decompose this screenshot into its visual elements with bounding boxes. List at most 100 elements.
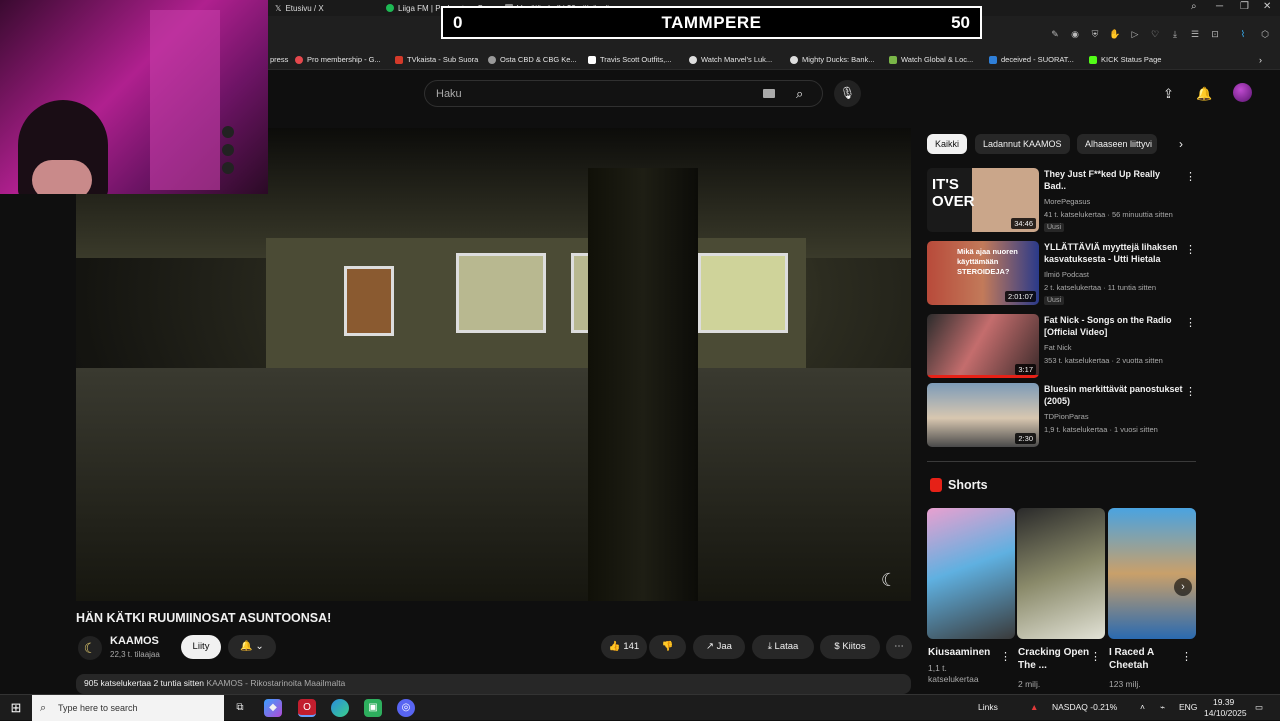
video-thumbnail[interactable]: IT'S OVER 34:46: [927, 168, 1039, 232]
chip-uploaded-by[interactable]: Ladannut KAAMOS: [975, 134, 1070, 154]
bookmark-item[interactable]: deceived - SUORAT...: [989, 55, 1074, 64]
more-icon[interactable]: ⋮: [1000, 650, 1011, 663]
spotify-icon: [386, 4, 394, 12]
edit-icon[interactable]: ✎: [1049, 28, 1061, 40]
cube-icon[interactable]: ⬡: [1259, 28, 1271, 40]
short-thumbnail[interactable]: [1017, 508, 1105, 639]
recommendation-item[interactable]: 3:17 Fat Nick - Songs on the Radio [Offi…: [927, 314, 1197, 378]
channel-name[interactable]: KAAMOS: [110, 635, 159, 647]
clock-time[interactable]: 19.39: [1213, 697, 1234, 707]
heart-icon[interactable]: ♡: [1149, 28, 1161, 40]
bookmark-item[interactable]: TVkaista - Sub Suora: [395, 55, 478, 64]
watch-progress-bar: [927, 375, 1039, 378]
more-actions-button[interactable]: ⋯: [886, 635, 912, 659]
notification-icon[interactable]: ▭: [1255, 702, 1263, 713]
links-toolbar[interactable]: Links: [978, 702, 998, 712]
short-thumbnail[interactable]: ›: [1108, 508, 1196, 639]
restore-icon[interactable]: ❐: [1240, 1, 1249, 12]
tab-x[interactable]: 𝕏 Etusivu / X: [275, 2, 380, 14]
recommendation-item[interactable]: 2:30 Bluesin merkittävät panostukset (20…: [927, 383, 1197, 447]
chevron-right-icon[interactable]: ›: [1259, 55, 1262, 65]
network-icon[interactable]: ⌁: [1160, 702, 1165, 713]
dislike-button[interactable]: 👎: [649, 635, 686, 659]
chip-all[interactable]: Kaikki: [927, 134, 968, 154]
like-button[interactable]: 👍 141: [601, 635, 647, 659]
search-icon[interactable]: ⌕: [796, 86, 803, 102]
language-indicator[interactable]: ENG: [1179, 702, 1197, 712]
search-input[interactable]: Haku ⌕: [424, 80, 823, 107]
recommendation-item[interactable]: IT'S OVER 34:46 They Just F**ked Up Real…: [927, 168, 1197, 232]
short-thumbnail[interactable]: [927, 508, 1015, 639]
upload-icon[interactable]: ⇪: [1163, 86, 1174, 102]
tray-chevron-icon[interactable]: ˄: [1140, 702, 1145, 712]
more-icon[interactable]: ⋮: [1185, 170, 1196, 183]
download-button[interactable]: ⤓ Lataa: [752, 635, 814, 659]
more-icon[interactable]: ⋮: [1090, 650, 1101, 663]
discord-icon[interactable]: ◎: [397, 699, 415, 717]
clock-date[interactable]: 14/10/2025: [1204, 708, 1247, 718]
minimize-icon[interactable]: ─: [1216, 1, 1223, 12]
avatar[interactable]: [1233, 83, 1252, 102]
more-icon[interactable]: ⋮: [1185, 316, 1196, 329]
short-title[interactable]: I Raced A Cheetah: [1109, 646, 1187, 672]
extension-icon[interactable]: ✋: [1109, 28, 1121, 40]
recommendation-channel: Fat Nick: [1044, 343, 1072, 352]
bookmark-item[interactable]: press: [270, 55, 288, 64]
video-player[interactable]: ☾: [76, 128, 911, 601]
chevron-right-icon[interactable]: ›: [1174, 578, 1192, 596]
video-description[interactable]: 905 katselukertaa 2 tuntia sitten KAAMOS…: [76, 674, 911, 694]
globe-icon: [488, 55, 496, 64]
chevron-right-icon[interactable]: ›: [1171, 134, 1191, 154]
download-label: Lataa: [774, 641, 799, 652]
video-thumbnail[interactable]: 2:30: [927, 383, 1039, 447]
subscription-bell-button[interactable]: 🔔 ⌄: [228, 635, 276, 659]
bookmark-item[interactable]: Osta CBD & CBG Ke...: [488, 55, 577, 64]
more-icon[interactable]: ⋮: [1181, 650, 1192, 663]
bookmark-item[interactable]: Mighty Ducks: Bank...: [790, 55, 875, 64]
play-icon[interactable]: ▷: [1129, 28, 1141, 40]
video-duration: 34:46: [1011, 218, 1036, 229]
bookmark-label: press: [270, 55, 289, 64]
edge-icon[interactable]: [331, 699, 349, 717]
video-thumbnail[interactable]: Mikä ajaa nuoren käyttämään STEROIDEJA? …: [927, 241, 1039, 305]
app-icon[interactable]: ▣: [364, 699, 382, 717]
bell-icon[interactable]: 🔔: [1196, 86, 1212, 102]
lock-icon[interactable]: ⊡: [1209, 28, 1221, 40]
short-title[interactable]: Kiusaaminen: [928, 646, 1006, 659]
channel-avatar[interactable]: ☾: [78, 636, 102, 660]
search-tabs-icon[interactable]: ⌕: [1191, 1, 1197, 12]
copilot-icon[interactable]: ◆: [264, 699, 282, 717]
channel-watermark-icon: ☾: [880, 570, 897, 590]
page-icon: [989, 55, 997, 64]
download-icon[interactable]: ⤓: [1169, 28, 1181, 40]
bookmark-item[interactable]: Watch Marvel's Luk...: [689, 55, 772, 64]
more-icon[interactable]: ⋮: [1185, 385, 1196, 398]
microphone-icon[interactable]: 🎙: [834, 80, 861, 107]
join-button[interactable]: Liity: [181, 635, 221, 659]
bookmark-item[interactable]: Watch Global & Loc...: [889, 55, 973, 64]
bookmark-item[interactable]: Pro membership - G...: [295, 55, 381, 64]
webcam-overlay: [0, 0, 268, 194]
share-button[interactable]: ↗ Jaa: [693, 635, 745, 659]
video-thumbnail[interactable]: 3:17: [927, 314, 1039, 378]
shield-icon[interactable]: ⛨: [1089, 28, 1101, 40]
opera-icon[interactable]: O: [298, 699, 316, 717]
chip-related[interactable]: Alhaaseen liittyvi: [1077, 134, 1157, 154]
windows-start-icon[interactable]: ⊞: [7, 699, 25, 717]
close-icon[interactable]: ✕: [1263, 1, 1271, 12]
short-title[interactable]: Cracking Open The ...: [1018, 646, 1096, 672]
aria-icon[interactable]: ⌇: [1237, 28, 1249, 40]
camera-icon[interactable]: ◉: [1069, 28, 1081, 40]
bookmark-item[interactable]: Travis Scott Outfits,...: [588, 55, 671, 64]
taskbar-search-input[interactable]: ⌕ Type here to search: [32, 695, 224, 721]
task-view-icon[interactable]: ⧉: [231, 699, 249, 717]
more-icon[interactable]: ⋮: [1185, 243, 1196, 256]
menu-icon[interactable]: ☰: [1189, 28, 1201, 40]
stock-ticker[interactable]: NASDAQ -0.21%: [1052, 702, 1117, 712]
recommendation-item[interactable]: Mikä ajaa nuoren käyttämään STEROIDEJA? …: [927, 241, 1197, 305]
keyboard-icon[interactable]: [763, 89, 775, 98]
thanks-button[interactable]: $ Kiitos: [820, 635, 880, 659]
bookmark-item[interactable]: KICK Status Page: [1089, 55, 1161, 64]
video-duration: 2:30: [1015, 433, 1036, 444]
video-title: HÄN KÄTKI RUUMIINOSAT ASUNTOONSA!: [76, 611, 332, 625]
